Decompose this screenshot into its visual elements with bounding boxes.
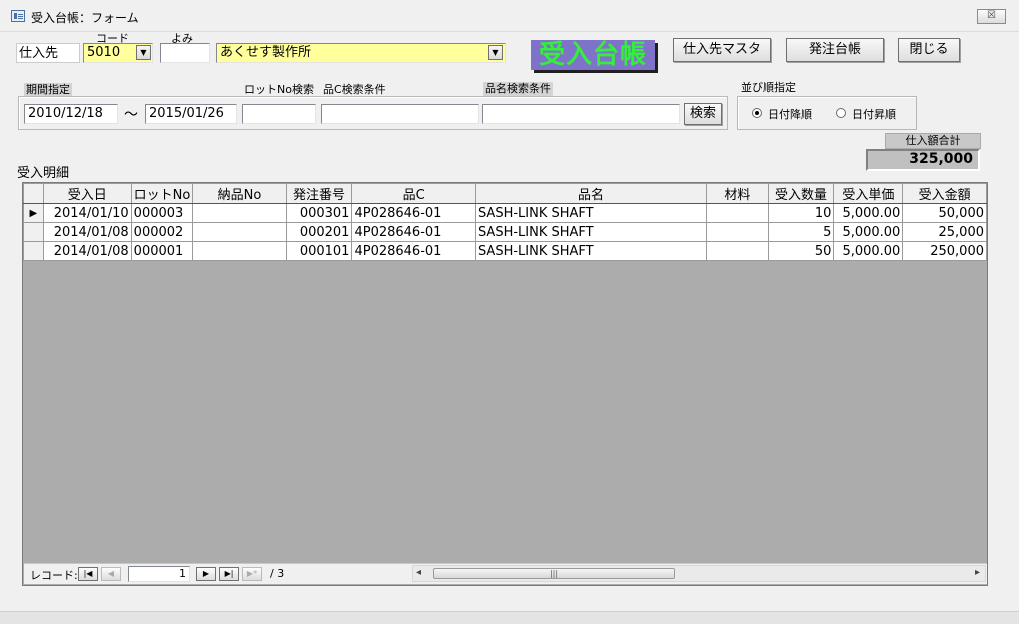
- cell-unit-price[interactable]: 5,000.00: [833, 241, 904, 261]
- period-label: 期間指定: [24, 83, 72, 97]
- cell-material[interactable]: [706, 241, 769, 261]
- close-form-button[interactable]: 閉じる: [898, 38, 960, 62]
- column-header[interactable]: 受入単価: [833, 183, 904, 204]
- first-record-icon[interactable]: |◀: [78, 567, 98, 581]
- cell-quantity[interactable]: 10: [767, 203, 835, 223]
- column-header[interactable]: 受入日: [42, 183, 132, 204]
- cell-amount[interactable]: 50,000: [902, 203, 987, 223]
- column-header[interactable]: 材料: [706, 183, 769, 204]
- cell-order-no[interactable]: 000201: [285, 222, 353, 242]
- horizontal-scrollbar[interactable]: ◂ ||| ▸: [412, 565, 986, 582]
- cell-lot-no[interactable]: 000002: [130, 222, 194, 242]
- sort-asc-radio[interactable]: [836, 108, 846, 118]
- cell-unit-price[interactable]: 5,000.00: [833, 203, 904, 223]
- sort-desc-radio[interactable]: [752, 108, 762, 118]
- status-bar: [0, 611, 1019, 624]
- lot-search-input[interactable]: [242, 104, 316, 124]
- sort-label: 並び順指定: [741, 81, 796, 94]
- cell-delivery-no[interactable]: [192, 241, 287, 261]
- cell-material[interactable]: [706, 203, 769, 223]
- column-header[interactable]: 品名: [474, 183, 708, 204]
- header-row: 受入日 ロットNo 納品No 発注番号 品C 品名 材料 受入数量 受入単価 受…: [23, 183, 987, 204]
- order-ledger-button[interactable]: 発注台帳: [786, 38, 884, 62]
- column-header[interactable]: 発注番号: [285, 183, 353, 204]
- cell-part-code[interactable]: 4P028646-01: [351, 203, 476, 223]
- cell-amount[interactable]: 25,000: [902, 222, 987, 242]
- cell-part-name[interactable]: SASH-LINK SHAFT: [474, 241, 708, 261]
- new-record-icon[interactable]: ▶*: [242, 567, 262, 581]
- cell-quantity[interactable]: 50: [767, 241, 835, 261]
- column-header[interactable]: 品C: [351, 183, 476, 204]
- cell-received-date[interactable]: 2014/01/10: [42, 203, 132, 223]
- row-selector[interactable]: [23, 241, 44, 261]
- supplier-name-value: あくせす製作所: [220, 45, 312, 60]
- current-record-input[interactable]: 1: [128, 566, 190, 582]
- supplier-master-button[interactable]: 仕入先マスタ: [673, 38, 771, 62]
- cell-received-date[interactable]: 2014/01/08: [42, 222, 132, 242]
- row-selector-header[interactable]: [23, 183, 44, 204]
- table-row[interactable]: 2014/01/08 000002 000201 4P028646-01 SAS…: [23, 222, 987, 242]
- ledger-banner: 受入台帳: [531, 40, 655, 70]
- lot-search-label: ロットNo検索: [244, 83, 314, 96]
- cell-material[interactable]: [706, 222, 769, 242]
- table-row[interactable]: ▶ 2014/01/10 000003 000301 4P028646-01 S…: [23, 203, 987, 223]
- window-close-button[interactable]: ☒: [977, 9, 1006, 24]
- record-label: レコード:: [30, 569, 78, 582]
- column-header[interactable]: 納品No: [192, 183, 287, 204]
- date-from-input[interactable]: 2010/12/18: [24, 104, 118, 124]
- cell-delivery-no[interactable]: [192, 203, 287, 223]
- next-record-icon[interactable]: ▶: [196, 567, 216, 581]
- supplier-name-combo[interactable]: あくせす製作所: [216, 43, 506, 63]
- table-row[interactable]: 2014/01/08 000001 000101 4P028646-01 SAS…: [23, 241, 987, 261]
- cell-delivery-no[interactable]: [192, 222, 287, 242]
- partc-search-label: 品C検索条件: [323, 83, 386, 96]
- details-label: 受入明細: [17, 166, 70, 181]
- cell-order-no[interactable]: 000101: [285, 241, 353, 261]
- column-header[interactable]: 受入数量: [767, 183, 835, 204]
- scroll-left-icon[interactable]: ◂: [416, 567, 421, 578]
- date-to-input[interactable]: 2015/01/26: [145, 104, 237, 124]
- date-range-tilde: 〜: [124, 107, 138, 123]
- total-amount-value: 325,000: [866, 149, 980, 171]
- column-header[interactable]: ロットNo: [130, 183, 194, 204]
- cell-part-name[interactable]: SASH-LINK SHAFT: [474, 222, 708, 242]
- cell-lot-no[interactable]: 000001: [130, 241, 194, 261]
- yomi-input[interactable]: [160, 43, 210, 63]
- cell-part-code[interactable]: 4P028646-01: [351, 222, 476, 242]
- cell-part-code[interactable]: 4P028646-01: [351, 241, 476, 261]
- supplier-name-dropdown-icon[interactable]: ▼: [488, 45, 503, 60]
- details-table: 受入日 ロットNo 納品No 発注番号 品C 品名 材料 受入数量 受入単価 受…: [23, 183, 987, 261]
- scroll-thumb[interactable]: |||: [433, 568, 675, 579]
- cell-order-no[interactable]: 000301: [285, 203, 353, 223]
- supplier-code-dropdown-icon[interactable]: ▼: [136, 45, 151, 60]
- partc-search-input[interactable]: [321, 104, 479, 124]
- form-icon: [11, 10, 25, 22]
- name-search-label: 品名検索条件: [483, 82, 553, 96]
- record-total: / 3: [270, 567, 285, 580]
- supplier-code-value: 5010: [87, 45, 121, 60]
- title-bar: [0, 0, 1019, 32]
- column-header[interactable]: 受入金額: [902, 183, 987, 204]
- cell-amount[interactable]: 250,000: [902, 241, 987, 261]
- scroll-right-icon[interactable]: ▸: [975, 567, 980, 578]
- row-selector[interactable]: [23, 222, 44, 242]
- cell-quantity[interactable]: 5: [767, 222, 835, 242]
- cell-unit-price[interactable]: 5,000.00: [833, 222, 904, 242]
- current-row-marker-icon[interactable]: ▶: [23, 203, 44, 223]
- search-button[interactable]: 検索: [684, 103, 722, 125]
- prev-record-icon[interactable]: ◀: [101, 567, 121, 581]
- sort-asc-label[interactable]: 日付昇順: [852, 106, 896, 122]
- cell-lot-no[interactable]: 000003: [130, 203, 194, 223]
- details-datasheet[interactable]: 受入日 ロットNo 納品No 発注番号 品C 品名 材料 受入数量 受入単価 受…: [22, 182, 988, 586]
- cell-received-date[interactable]: 2014/01/08: [42, 241, 132, 261]
- last-record-icon[interactable]: ▶|: [219, 567, 239, 581]
- sort-desc-label[interactable]: 日付降順: [768, 106, 812, 122]
- supplier-label: 仕入先: [16, 43, 80, 63]
- window-title: 受入台帳：フォーム: [31, 11, 139, 25]
- total-label: 仕入額合計: [885, 133, 981, 149]
- name-search-input[interactable]: [482, 104, 680, 124]
- cell-part-name[interactable]: SASH-LINK SHAFT: [474, 203, 708, 223]
